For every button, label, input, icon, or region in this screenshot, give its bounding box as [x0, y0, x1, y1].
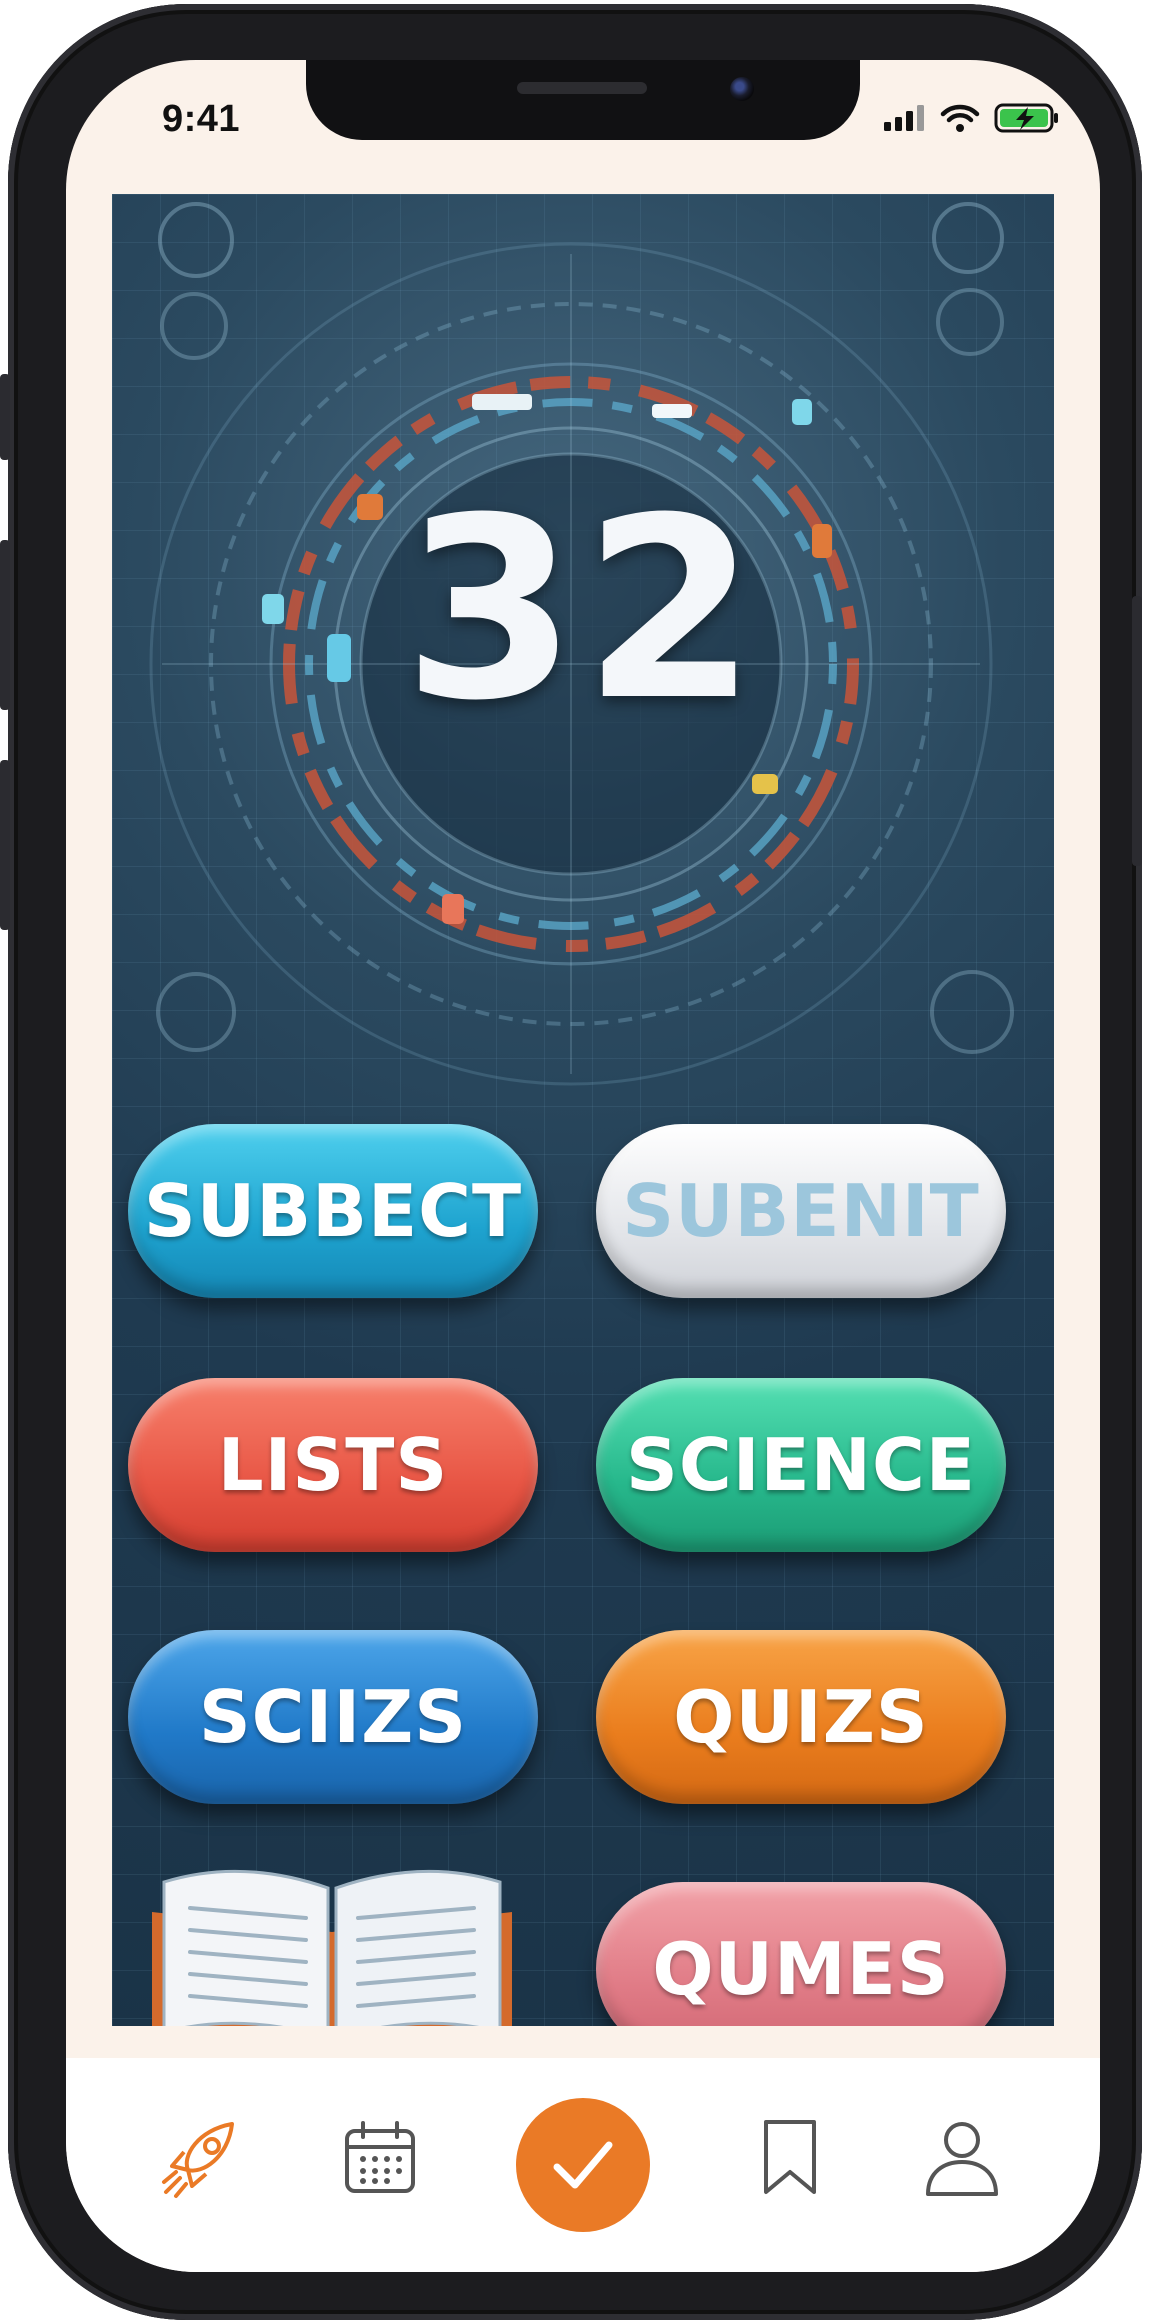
- hero-illustration: 32 SUBBECT SUBENIT LISTS SCIENCE SCIIZS …: [112, 194, 1054, 2026]
- notch: [306, 60, 860, 140]
- rocket-icon: [162, 2122, 234, 2198]
- phone-frame: 9:41 32 SUBBECT SUBENIT LISTS SCIENCE SC…: [0, 4, 1142, 2320]
- quizs-button[interactable]: QUIZS: [596, 1630, 1006, 1804]
- volume-up-button: [0, 540, 10, 710]
- volume-down-button: [0, 760, 10, 930]
- screen: 9:41 32 SUBBECT SUBENIT LISTS SCIENCE SC…: [66, 60, 1100, 2272]
- tab-calendar[interactable]: [330, 2108, 430, 2208]
- status-icons: [882, 102, 1060, 134]
- power-button: [1132, 596, 1142, 866]
- tab-bookmark[interactable]: [740, 2108, 840, 2208]
- battery-icon: [994, 103, 1058, 133]
- subenit-button[interactable]: SUBENIT: [596, 1124, 1006, 1298]
- score-number: 32: [403, 464, 763, 755]
- qumes-button[interactable]: QUMES: [596, 1882, 1006, 2026]
- wifi-icon: [940, 104, 980, 132]
- science-button[interactable]: SCIENCE: [596, 1378, 1006, 1552]
- subject-button[interactable]: SUBBECT: [128, 1124, 538, 1298]
- signal-icon: [884, 105, 924, 131]
- speaker: [517, 82, 647, 94]
- tab-profile[interactable]: [912, 2108, 1012, 2208]
- status-time: 9:41: [162, 98, 241, 140]
- sciizs-button[interactable]: SCIIZS: [128, 1630, 538, 1804]
- profile-icon: [926, 2122, 998, 2196]
- calendar-icon: [345, 2121, 415, 2193]
- silent-switch: [0, 374, 10, 460]
- front-camera: [730, 77, 754, 101]
- tab-rocket[interactable]: [150, 2108, 250, 2208]
- lists-button[interactable]: LISTS: [128, 1378, 538, 1552]
- bookmark-icon: [764, 2120, 816, 2194]
- complete-button[interactable]: [516, 2098, 650, 2232]
- bottom-tab-bar: [66, 2058, 1100, 2272]
- open-book-icon: [152, 1869, 512, 2026]
- checkmark-icon: [553, 2141, 613, 2189]
